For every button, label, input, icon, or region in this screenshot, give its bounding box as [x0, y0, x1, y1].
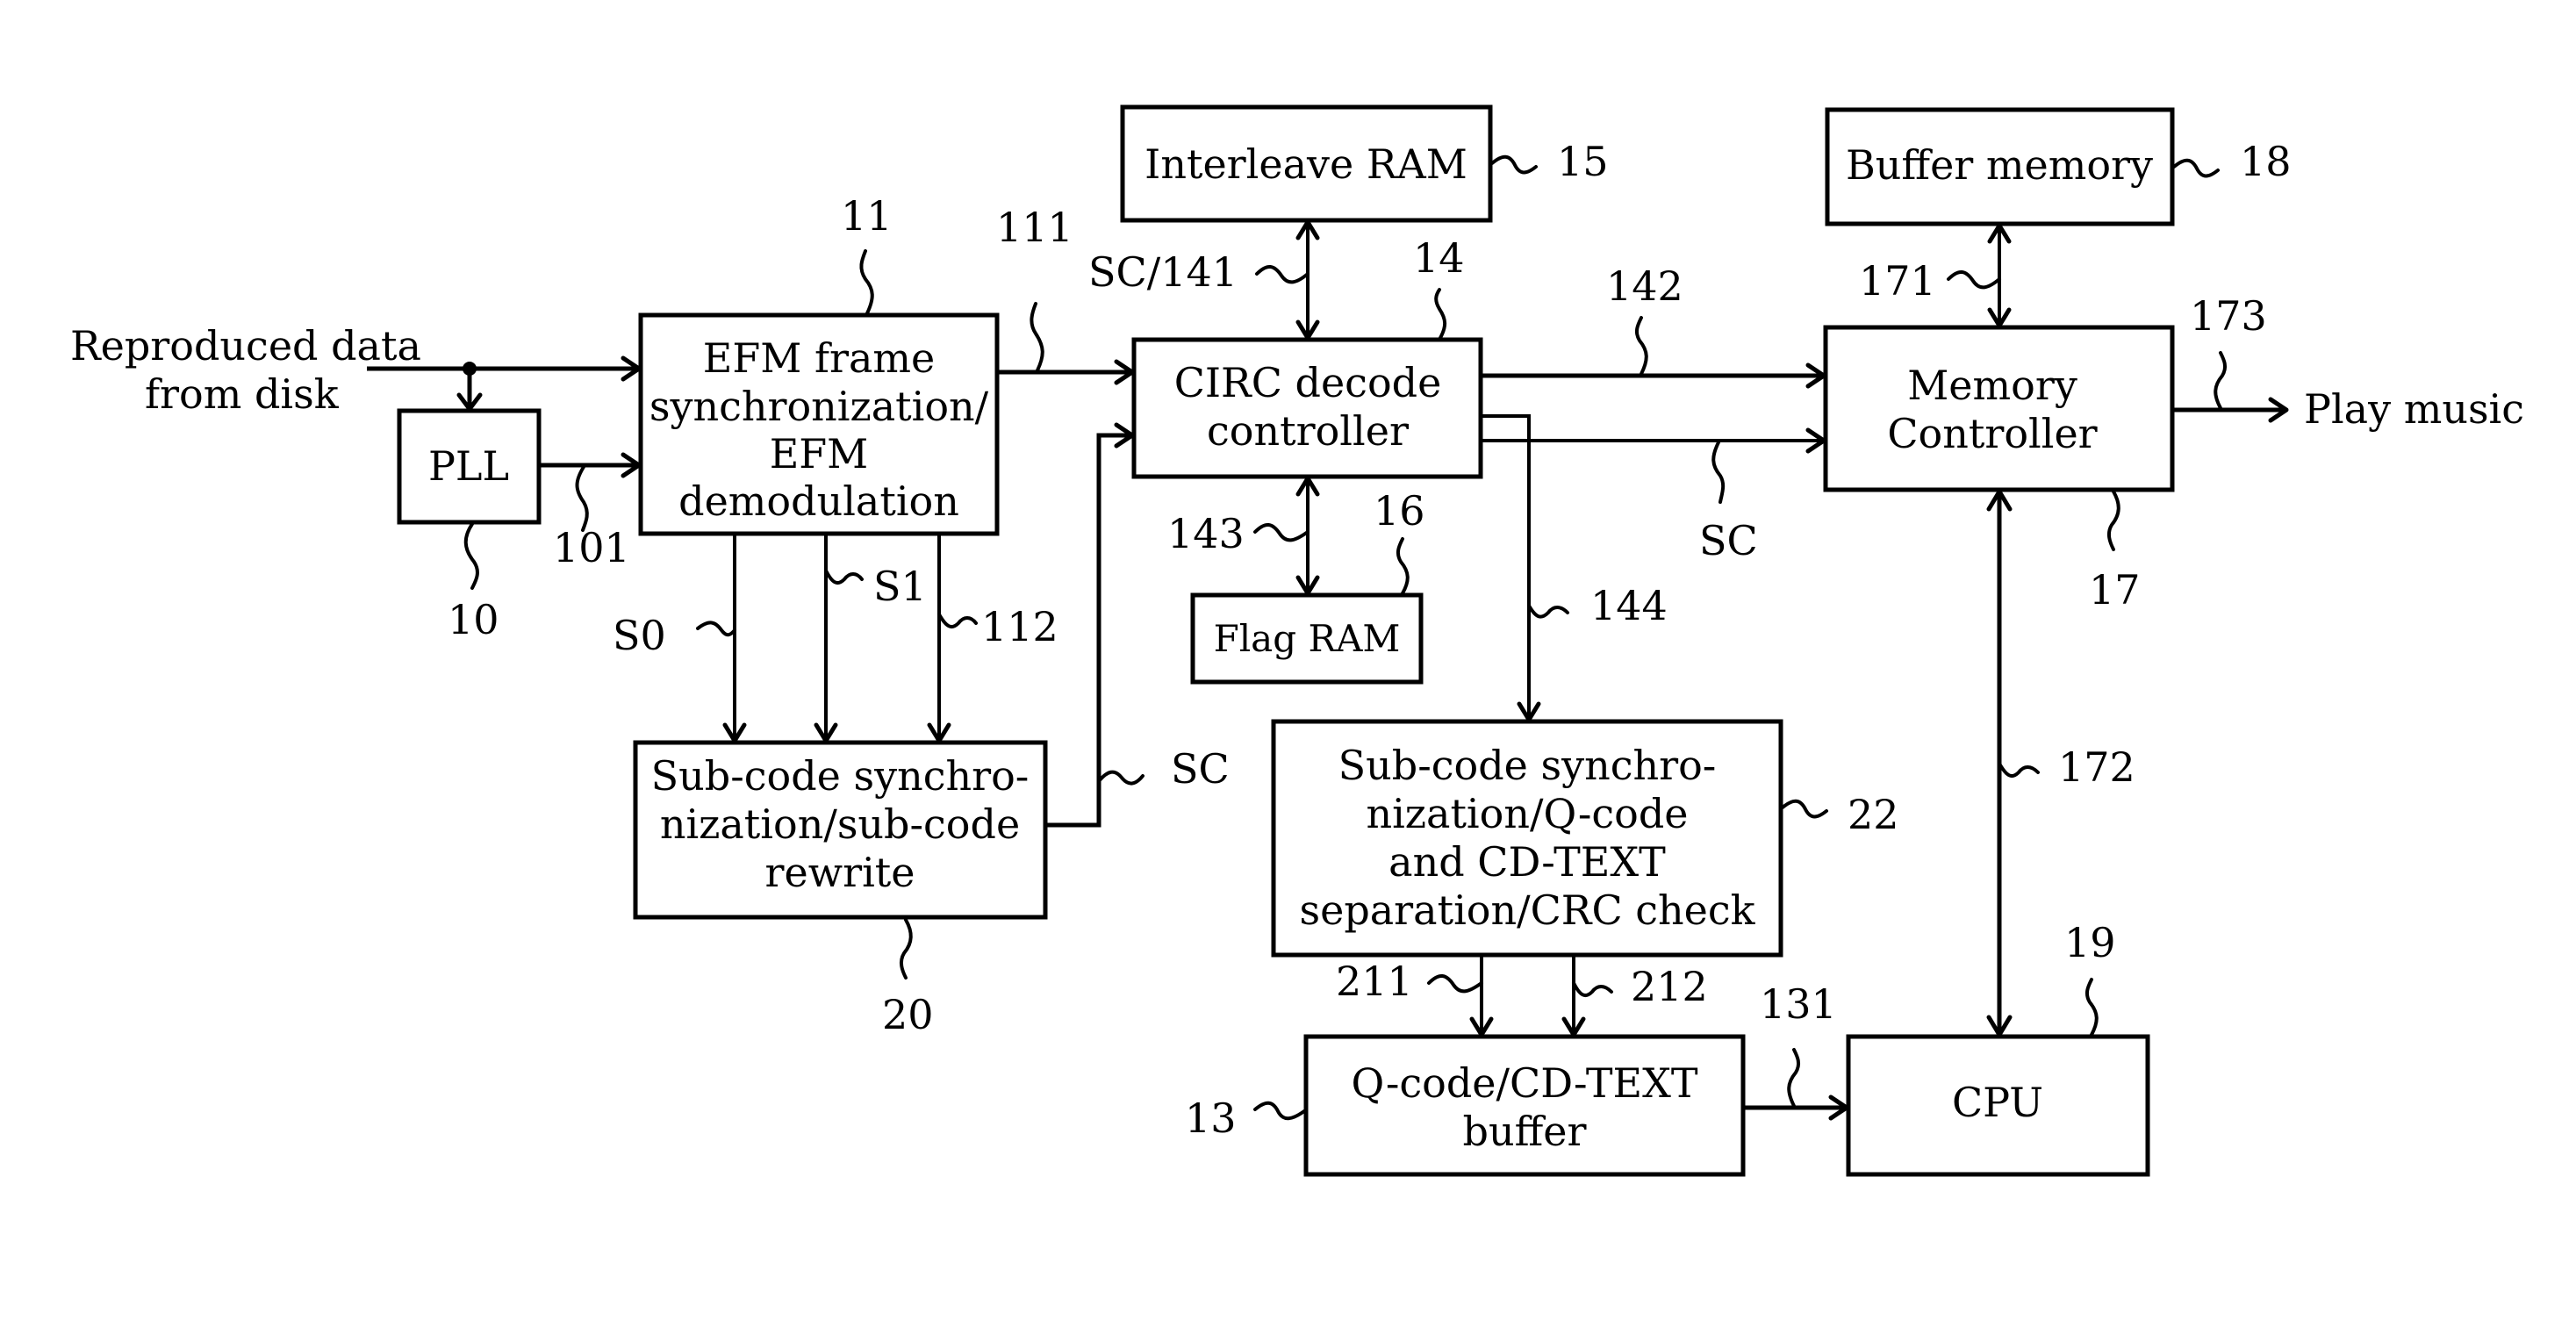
ref-leader-17 [2106, 490, 2120, 551]
ref-15: 15 [1557, 138, 1609, 185]
efm-label-line3: EFM [770, 430, 869, 477]
ref-10: 10 [448, 596, 499, 643]
ref-leader-15 [1490, 154, 1538, 175]
qcode-buffer-line2: buffer [1463, 1108, 1587, 1155]
qcode-buffer-line1: Q-code/CD-TEXT [1351, 1059, 1697, 1107]
ref-18: 18 [2240, 138, 2292, 185]
signal-s1: S1 [873, 563, 927, 610]
subcode-q-line4: separation/CRC check [1299, 886, 1755, 934]
ref-leader-18 [2172, 158, 2220, 178]
signal-173: 173 [2190, 292, 2267, 340]
ref-leader-131 [1787, 1048, 1801, 1108]
ref-leader-211 [1427, 974, 1483, 994]
ref-leader-173 [2214, 351, 2228, 410]
cpu-label: CPU [1952, 1079, 2043, 1126]
subcode-q-line2: nization/Q-code [1366, 790, 1688, 837]
efm-label-line4: demodulation [678, 477, 959, 525]
ref-leader-143 [1253, 523, 1310, 542]
ref-leader-144 [1527, 604, 1569, 619]
efm-label-line2: synchronization/ [649, 383, 989, 430]
signal-171: 171 [1859, 257, 1936, 305]
signal-sc141: SC/141 [1088, 248, 1238, 296]
ref-leader-13 [1253, 1101, 1306, 1121]
ref-11: 11 [841, 192, 893, 240]
ref-leader-111 [1030, 302, 1044, 372]
ref-17: 17 [2089, 566, 2141, 614]
ref-leader-20 [899, 918, 913, 980]
interleave-ram-label: Interleave RAM [1144, 140, 1467, 188]
ref-leader-22 [1781, 799, 1828, 819]
memory-controller-line1: Memory [1907, 362, 2077, 409]
ref-leader-s0 [696, 621, 736, 637]
signal-143: 143 [1167, 510, 1245, 557]
flag-ram-label: Flag RAM [1214, 617, 1401, 660]
signal-sc-mem: SC [1699, 517, 1758, 564]
ref-leader-16 [1396, 537, 1410, 595]
signal-211: 211 [1336, 958, 1413, 1005]
efm-label-line1: EFM frame [703, 334, 936, 382]
wire-144 [1481, 414, 1531, 720]
memory-controller-line2: Controller [1887, 410, 2097, 457]
ref-leader-sc-rewrite [1097, 770, 1144, 786]
ref-leader-11 [859, 249, 874, 315]
ref-14: 14 [1413, 234, 1465, 282]
ref-leader-142 [1634, 316, 1648, 376]
subcode-rewrite-line1: Sub-code synchro- [651, 752, 1030, 800]
ref-leader-172 [1998, 762, 2040, 779]
signal-112: 112 [981, 603, 1058, 650]
input-label-line1: Reproduced data [70, 322, 421, 370]
input-label-line2: from disk [145, 370, 340, 418]
circ-label-line1: CIRC decode [1174, 359, 1442, 406]
ref-19: 19 [2064, 919, 2116, 966]
ref-leader-19 [2084, 978, 2099, 1037]
ref-20: 20 [882, 991, 934, 1038]
ref-leader-112 [937, 613, 978, 629]
signal-144: 144 [1590, 582, 1668, 629]
subcode-q-line1: Sub-code synchro- [1338, 742, 1717, 789]
subcode-q-line3: and CD-TEXT [1388, 838, 1666, 886]
ref-leader-s1 [824, 569, 864, 585]
signal-111: 111 [996, 204, 1073, 251]
signal-s0: S0 [613, 612, 666, 659]
pll-label: PLL [428, 442, 509, 490]
signal-172: 172 [2058, 743, 2135, 791]
ref-leader-10 [463, 522, 479, 590]
signal-212: 212 [1631, 963, 1708, 1010]
signal-131: 131 [1760, 980, 1837, 1028]
ref-leader-171 [1947, 270, 2001, 290]
output-label: Play music [2304, 385, 2524, 433]
signal-142: 142 [1606, 262, 1683, 310]
wire-sc-rewrite [1045, 433, 1132, 828]
ref-leader-14 [1434, 288, 1447, 340]
signal-sc-rewrite: SC [1171, 745, 1230, 793]
ref-leader-101 [575, 465, 589, 532]
signal-101: 101 [553, 524, 630, 571]
ref-leader-sc-mem [1711, 441, 1726, 504]
ref-leader-212 [1572, 981, 1613, 998]
cd-decoder-block-diagram: Reproduced data from disk PLL 10 101 EFM… [70, 104, 2524, 1177]
buffer-memory-label: Buffer memory [1846, 141, 2153, 189]
circ-label-line2: controller [1207, 407, 1409, 455]
ref-leader-sc141 [1255, 265, 1310, 284]
ref-16: 16 [1374, 487, 1425, 535]
ref-22: 22 [1848, 791, 1899, 838]
subcode-rewrite-line3: rewrite [765, 849, 915, 896]
ref-13: 13 [1185, 1094, 1237, 1142]
subcode-rewrite-line2: nization/sub-code [660, 800, 1020, 848]
